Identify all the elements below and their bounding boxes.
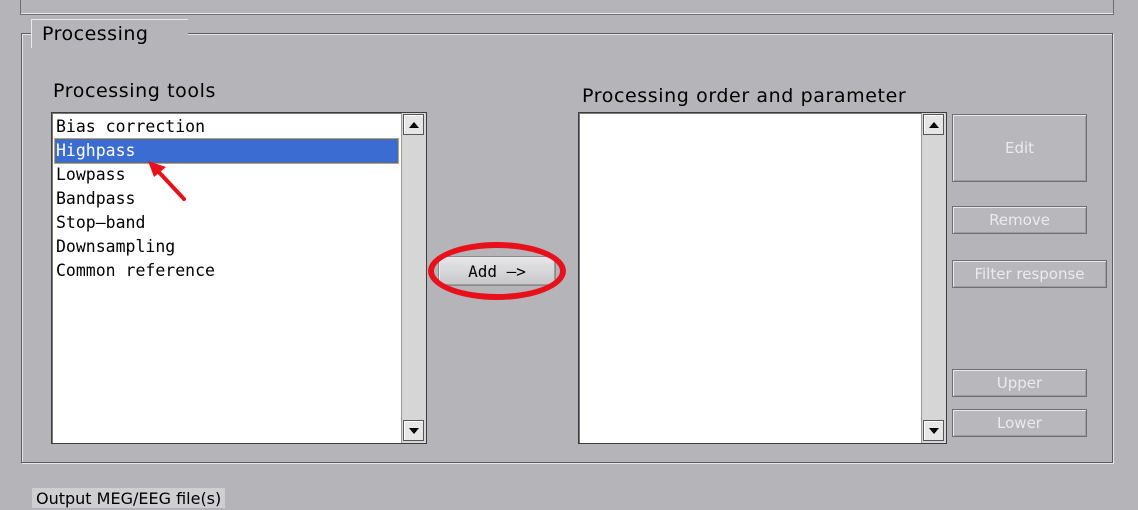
scroll-up-button[interactable] bbox=[403, 114, 424, 135]
list-item[interactable]: Bandpass bbox=[55, 187, 135, 211]
list-item[interactable]: Highpass bbox=[54, 138, 399, 164]
processing-order-label: Processing order and parameter bbox=[582, 85, 907, 107]
list-item[interactable]: Downsampling bbox=[55, 235, 175, 259]
remove-button[interactable]: Remove bbox=[952, 206, 1087, 234]
upper-button[interactable]: Upper bbox=[952, 369, 1087, 397]
scroll-up-button[interactable] bbox=[923, 114, 944, 135]
lower-button[interactable]: Lower bbox=[952, 409, 1087, 437]
upper-panel-frame bbox=[20, 0, 1114, 15]
edit-button[interactable]: Edit bbox=[952, 114, 1087, 182]
scroll-down-button[interactable] bbox=[923, 420, 944, 441]
processing-order-list[interactable] bbox=[578, 112, 947, 444]
arrow-up-icon bbox=[928, 121, 939, 128]
tools-scrollbar[interactable] bbox=[401, 113, 426, 443]
processing-tools-list[interactable]: Bias correction Highpass Lowpass Bandpass St… bbox=[51, 112, 427, 444]
processing-group-title: Processing bbox=[36, 22, 155, 46]
scroll-down-button[interactable] bbox=[403, 420, 424, 441]
red-circle-annotation bbox=[428, 242, 566, 300]
order-scrollbar[interactable] bbox=[921, 113, 946, 443]
arrow-up-icon bbox=[408, 121, 419, 128]
list-item[interactable]: Lowpass bbox=[55, 163, 126, 187]
output-files-label: Output MEG/EEG file(s) bbox=[32, 488, 226, 508]
red-arrow-annotation bbox=[148, 161, 186, 201]
filter-response-button[interactable]: Filter response bbox=[952, 260, 1107, 288]
arrow-down-icon bbox=[928, 427, 939, 434]
arrow-down-icon bbox=[408, 427, 419, 434]
list-item[interactable]: Bias correction bbox=[55, 115, 205, 139]
processing-tools-label: Processing tools bbox=[53, 80, 216, 102]
list-item[interactable]: Common reference bbox=[55, 259, 215, 283]
list-item[interactable]: Stop–band bbox=[55, 211, 145, 235]
